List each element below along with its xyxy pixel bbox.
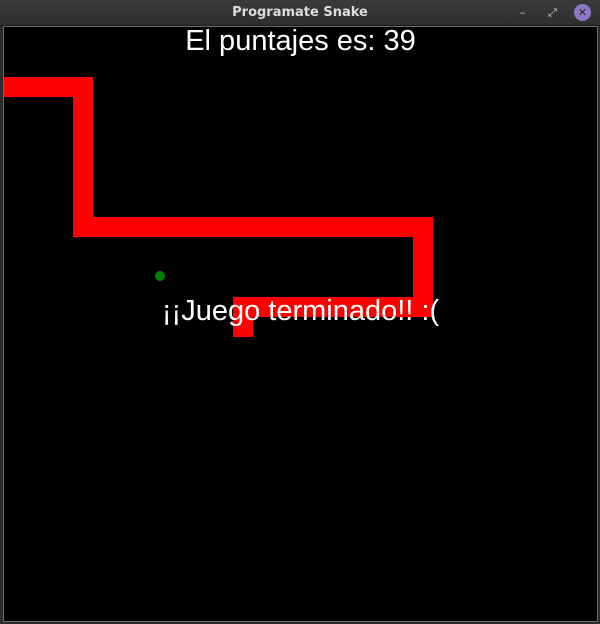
- score-label: El puntajes es: 39: [185, 26, 416, 57]
- snake-segment: [73, 77, 93, 237]
- maximize-icon[interactable]: ⤢: [544, 4, 561, 21]
- app-window: Programate Snake – ⤢ ✕ El puntajes es: 3…: [0, 0, 600, 624]
- food-dot: [155, 271, 165, 281]
- game-canvas[interactable]: El puntajes es: 39 ¡¡Juego terminado!! :…: [3, 26, 598, 622]
- title-bar[interactable]: Programate Snake – ⤢ ✕: [0, 0, 600, 26]
- game-over-message: ¡¡Juego terminado!! :(: [161, 295, 440, 327]
- minimize-icon[interactable]: –: [514, 4, 531, 21]
- window-title: Programate Snake: [232, 5, 368, 20]
- snake-segment: [73, 217, 433, 237]
- close-icon[interactable]: ✕: [574, 4, 591, 21]
